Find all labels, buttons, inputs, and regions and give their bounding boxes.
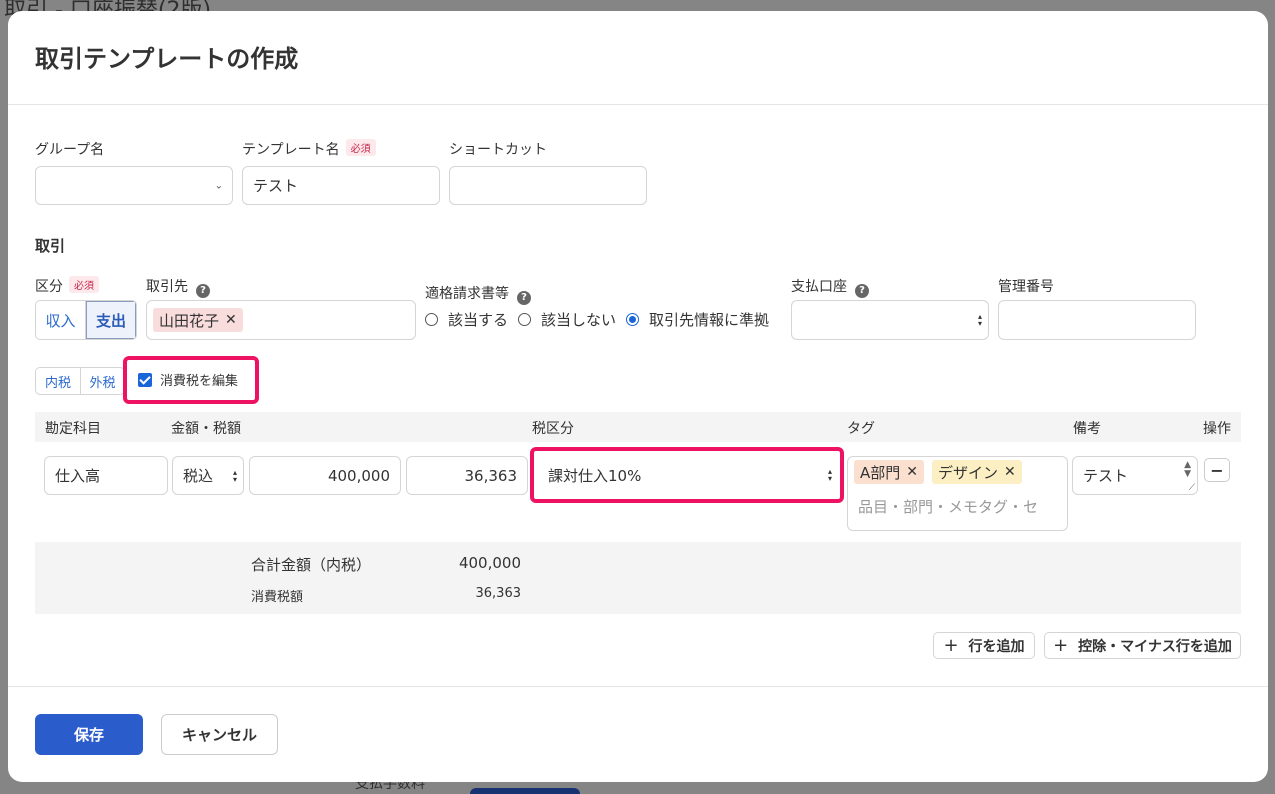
tag-placeholder: 品目・部門・メモタグ・セ [858,498,1039,516]
kubun-label: 区分 必須 [35,276,99,296]
help-icon[interactable]: ? [517,291,531,305]
plus-icon: + [943,635,959,656]
kubun-expense-button[interactable]: 支出 [85,301,136,339]
header-account: 勘定科目 [45,421,101,437]
help-icon[interactable]: ? [196,284,210,298]
shortcut-label: ショートカット [449,142,547,158]
header-tax-category: 税区分 [532,421,574,437]
tax-amount-input[interactable]: 36,363 [406,456,528,495]
tag-chip: デザイン ✕ [932,460,1022,484]
add-row-button[interactable]: + 行を追加 [933,632,1035,659]
edit-tax-label: 消費税を編集 [160,374,239,389]
amount-input[interactable]: 400,000 [249,456,401,495]
header-amount: 金額・税額 [171,421,241,437]
account-input[interactable]: 仕入高 [44,456,168,495]
create-template-modal: 取引テンプレートの作成 グループ名 ⌄ テンプレート名 必須 テスト ショートカッ… [8,11,1268,782]
save-button[interactable]: 保存 [35,714,143,755]
shortcut-input[interactable] [449,166,647,205]
transaction-section-title: 取引 [35,237,66,255]
add-deduction-row-button[interactable]: + 控除・マイナス行を追加 [1044,632,1241,659]
tax-total-label: 消費税額 [251,590,304,605]
template-name-label: テンプレート名 必須 [242,139,376,159]
group-label: グループ名 [35,142,105,158]
required-badge: 必須 [69,276,99,293]
payment-account-label: 支払口座? [791,276,869,298]
payment-account-select[interactable]: ▴ ▾ [791,300,989,340]
help-icon[interactable]: ? [855,284,869,298]
tax-mode-toggle: 内税 外税 [35,367,125,395]
resize-handle-icon[interactable]: ⟋ [1189,483,1195,493]
header-divider [8,104,1268,105]
radio-icon[interactable] [425,313,438,326]
select-arrows-icon: ▴ ▾ [232,467,237,484]
modal-title: 取引テンプレートの作成 [35,45,299,73]
template-name-input[interactable]: テスト [242,166,440,205]
plus-icon: + [1053,635,1069,656]
kubun-income-button[interactable]: 収入 [36,301,85,339]
management-no-label: 管理番号 [998,279,1054,295]
header-tag: タグ [847,421,875,437]
kubun-toggle: 収入 支出 [35,300,137,340]
invoice-option-applicable[interactable]: 該当する [425,309,508,330]
tax-exclusive-button[interactable]: 外税 [79,368,124,394]
tax-inclusive-button[interactable]: 内税 [36,368,80,394]
total-label: 合計金額（内税） [251,556,372,574]
summary-panel: 合計金額（内税） 400,000 消費税額 36,363 [35,542,1241,614]
management-no-input[interactable] [998,300,1196,340]
invoice-option-partner-info[interactable]: 取引先情報に準拠 [626,309,769,330]
cancel-button[interactable]: キャンセル [161,714,278,755]
tag-chip-row: A部門 ✕ デザイン ✕ [854,460,1030,486]
table-header: 勘定科目 金額・税額 税区分 タグ 備考 操作 [35,412,1241,442]
tax-category-select[interactable]: 課対仕入10% ▴ ▾ [538,456,838,494]
header-memo: 備考 [1073,421,1101,437]
remove-row-button[interactable]: − [1204,458,1230,482]
partner-label: 取引先? [146,276,210,298]
tax-inclusion-select[interactable]: 税込 ▴ ▾ [172,456,244,495]
chevron-down-icon: ⌄ [214,180,223,191]
remove-icon[interactable]: ✕ [1004,464,1016,480]
invoice-option-not-applicable[interactable]: 該当しない [518,309,616,330]
partner-input[interactable]: 山田花子 ✕ [146,300,416,340]
partner-chip: 山田花子 ✕ [153,308,243,332]
memo-textarea[interactable]: テスト ▲ ▼ ⟋ [1072,456,1198,495]
select-arrows-icon: ▴ ▾ [827,467,832,483]
required-badge: 必須 [345,139,376,156]
invoice-radio-group: 該当する 該当しない 取引先情報に準拠 [425,309,779,330]
total-value: 400,000 [458,554,521,572]
edit-tax-checkbox-row[interactable]: 消費税を編集 [138,370,238,389]
spinner-icon[interactable]: ▲ ▼ [1184,461,1191,479]
minus-icon: − [1210,460,1224,480]
remove-icon[interactable]: ✕ [906,464,918,480]
radio-icon[interactable] [518,313,532,326]
tag-input[interactable]: A部門 ✕ デザイン ✕ 品目・部門・メモタグ・セ [847,456,1068,531]
remove-icon[interactable]: ✕ [225,312,237,328]
checkbox-checked-icon[interactable] [138,372,152,387]
header-operation: 操作 [1203,421,1231,437]
tax-total-value: 36,363 [475,586,522,601]
tag-chip: A部門 ✕ [854,460,924,484]
footer-divider [8,686,1268,687]
group-select[interactable]: ⌄ [35,166,233,205]
invoice-label: 適格請求書等? [425,283,531,305]
radio-selected-icon[interactable] [626,313,640,326]
select-arrows-icon: ▴ ▾ [977,312,982,328]
